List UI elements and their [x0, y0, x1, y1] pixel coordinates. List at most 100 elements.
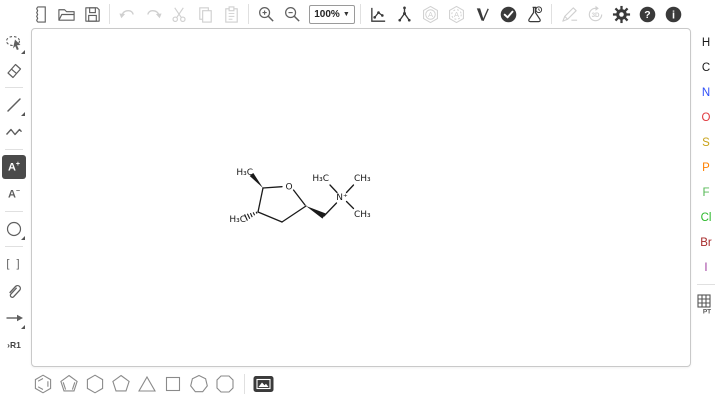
- zoom-in-button[interactable]: [254, 2, 278, 26]
- cut-button[interactable]: [167, 2, 191, 26]
- element-button-C[interactable]: C: [694, 55, 718, 80]
- template-cycloheptane-button[interactable]: [186, 371, 212, 397]
- template-benzene-button[interactable]: [30, 371, 56, 397]
- bond-c2-c3[interactable]: [282, 206, 306, 222]
- file-group: [28, 2, 104, 26]
- bond-c4-c5[interactable]: [258, 188, 263, 212]
- element-button-N[interactable]: N: [694, 80, 718, 105]
- toolbar-separator: [360, 4, 361, 24]
- element-symbol: Br: [700, 237, 712, 249]
- new-document-icon: [31, 5, 50, 24]
- help-button[interactable]: ?: [635, 2, 659, 26]
- stereochemistry-button[interactable]: [470, 2, 494, 26]
- check-structure-icon: [499, 5, 518, 24]
- toolbar-separator: [109, 4, 110, 24]
- s-group-button[interactable]: [ ]: [2, 252, 26, 276]
- open-button[interactable]: [54, 2, 78, 26]
- zoom-out-icon: [283, 5, 302, 24]
- calculated-values-button[interactable]: [522, 2, 546, 26]
- atom-n-methyl-b[interactable]: CH₃: [354, 174, 371, 184]
- bond-c3-c4[interactable]: [258, 212, 282, 222]
- bond-n-methyl-b[interactable]: [347, 185, 354, 193]
- left-toolbar: A+ A− [ ] ›R1: [0, 28, 28, 400]
- clean-up-button[interactable]: [392, 2, 416, 26]
- bond-n-methyl-a[interactable]: [330, 185, 337, 193]
- copy-button[interactable]: [193, 2, 217, 26]
- paste-button[interactable]: [219, 2, 243, 26]
- drawing-canvas[interactable]: H₃C H₃C O N⁺ H₃C CH₃ CH₃: [31, 28, 691, 367]
- element-button-H[interactable]: H: [694, 30, 718, 55]
- toolbar-divider: [697, 284, 715, 285]
- attach-button[interactable]: [2, 279, 26, 303]
- charge-plus-label: A+: [8, 161, 20, 174]
- svg-text:?: ?: [644, 10, 650, 21]
- ring-template-button[interactable]: [2, 217, 26, 241]
- template-cyclopentane-button[interactable]: [108, 371, 134, 397]
- redo-button[interactable]: [141, 2, 165, 26]
- atom-methyl-top[interactable]: H₃C: [236, 168, 253, 178]
- wedge-bond-up-c2[interactable]: [306, 206, 326, 219]
- template-library-button[interactable]: [251, 372, 275, 396]
- atom-element-toolbar: H C N O S P F Cl Br I PT: [692, 28, 720, 388]
- chain-icon: [4, 122, 24, 142]
- bond-c5-o[interactable]: [263, 187, 282, 188]
- about-button[interactable]: i: [661, 2, 685, 26]
- cyclopropane-icon: [136, 373, 158, 395]
- periodic-table-button[interactable]: PT: [694, 291, 718, 317]
- bond-o-c2[interactable]: [294, 190, 306, 205]
- atom-nitrogen[interactable]: N⁺: [336, 193, 348, 203]
- template-cyclobutane-button[interactable]: [160, 371, 186, 397]
- bond-lines[interactable]: [258, 185, 354, 222]
- reaction-arrow-icon: [4, 308, 24, 328]
- toolbar-divider: [5, 246, 23, 247]
- element-symbol: N: [702, 87, 710, 99]
- charge-minus-button[interactable]: A−: [2, 182, 26, 206]
- calculated-values-icon: [525, 5, 544, 24]
- copy-icon: [196, 5, 215, 24]
- atom-labels: H₃C H₃C O N⁺ H₃C CH₃ CH₃: [229, 168, 371, 225]
- charge-minus-label: A−: [8, 188, 20, 201]
- save-button[interactable]: [80, 2, 104, 26]
- layout-button[interactable]: [366, 2, 390, 26]
- template-library-icon: [253, 375, 274, 393]
- single-bond-button[interactable]: [2, 93, 26, 117]
- atom-n-methyl-c[interactable]: CH₃: [354, 210, 371, 220]
- atom-methyl-left[interactable]: H₃C: [229, 215, 246, 225]
- new-document-button[interactable]: [28, 2, 52, 26]
- element-button-Br[interactable]: Br: [694, 230, 718, 255]
- undo-button[interactable]: [115, 2, 139, 26]
- recognize-molecule-button[interactable]: [557, 2, 581, 26]
- select-lasso-button[interactable]: [2, 31, 26, 55]
- element-button-I[interactable]: I: [694, 255, 718, 280]
- atom-n-methyl-a[interactable]: H₃C: [312, 174, 329, 184]
- svg-text:PT: PT: [703, 309, 711, 316]
- zoom-level-dropdown[interactable]: 100% ▼: [309, 5, 355, 24]
- template-cyclopropane-button[interactable]: [134, 371, 160, 397]
- chain-button[interactable]: [2, 120, 26, 144]
- reaction-arrow-button[interactable]: [2, 306, 26, 330]
- settings-button[interactable]: [609, 2, 633, 26]
- zoom-out-button[interactable]: [280, 2, 304, 26]
- template-cyclooctane-button[interactable]: [212, 371, 238, 397]
- hash-wedge-bond-c4[interactable]: [245, 212, 257, 221]
- cyclopentadiene-icon: [58, 373, 80, 395]
- aromatize-button[interactable]: A: [418, 2, 442, 26]
- template-cyclohexane-button[interactable]: [82, 371, 108, 397]
- 3d-viewer-button[interactable]: 3D: [583, 2, 607, 26]
- bond-ch2-n[interactable]: [324, 203, 337, 216]
- element-button-O[interactable]: O: [694, 105, 718, 130]
- r-group-button[interactable]: ›R1: [2, 333, 26, 357]
- erase-button[interactable]: [2, 58, 26, 82]
- dearomatize-button[interactable]: A: [444, 2, 468, 26]
- atom-oxygen[interactable]: O: [285, 183, 292, 193]
- toolbar-separator: [244, 374, 245, 394]
- redo-icon: [144, 5, 163, 24]
- check-structure-button[interactable]: [496, 2, 520, 26]
- element-button-P[interactable]: P: [694, 155, 718, 180]
- element-button-S[interactable]: S: [694, 130, 718, 155]
- template-cyclopentadiene-button[interactable]: [56, 371, 82, 397]
- element-button-F[interactable]: F: [694, 180, 718, 205]
- molecule-structure[interactable]: H₃C H₃C O N⁺ H₃C CH₃ CH₃: [216, 156, 391, 236]
- charge-plus-button[interactable]: A+: [2, 155, 26, 179]
- element-button-Cl[interactable]: Cl: [694, 205, 718, 230]
